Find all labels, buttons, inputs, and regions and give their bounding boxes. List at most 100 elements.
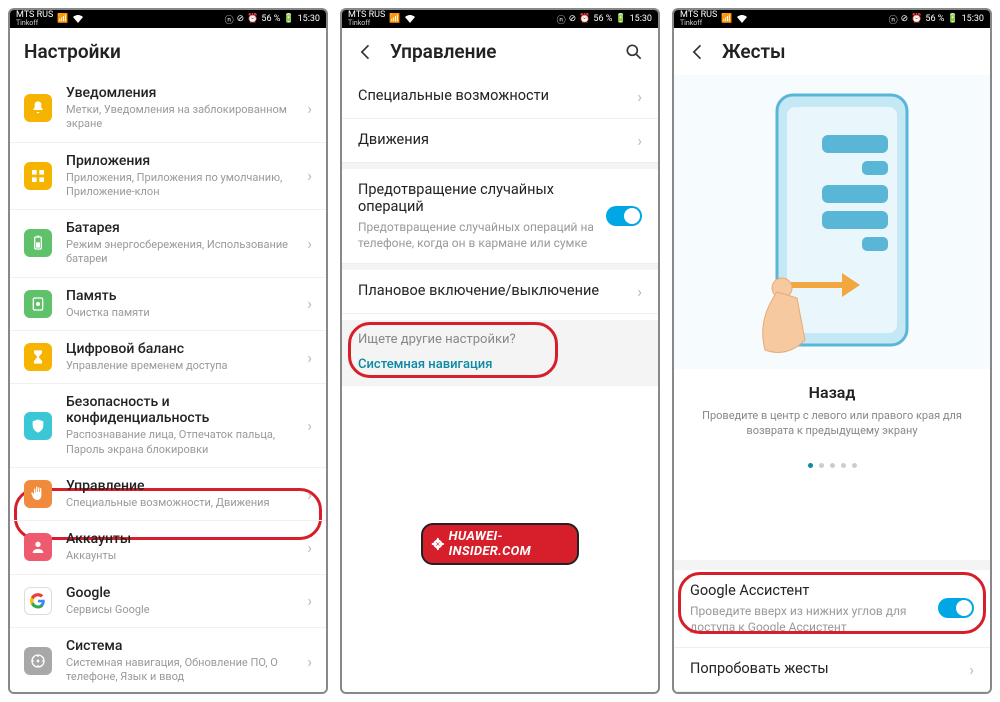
memory-icon — [24, 290, 52, 318]
chevron-right-icon: › — [637, 282, 642, 301]
signal-icon: 📶 — [57, 14, 68, 24]
nfc-icon: ⓝ — [889, 13, 898, 26]
item-title: Google — [66, 585, 299, 601]
item-subtitle: Метки, Уведомления на заблокированном эк… — [66, 103, 299, 132]
label: Движения — [358, 131, 627, 148]
hand-icon — [24, 480, 52, 508]
chevron-right-icon: › — [307, 652, 312, 671]
item-scheduled-power[interactable]: Плановое включение/выключение › — [342, 270, 658, 314]
gesture-description: Проведите в центр с левого или правого к… — [674, 402, 990, 439]
label: Плановое включение/выключение — [358, 282, 627, 299]
watermark-text: HUAWEI-INSIDER.COM — [449, 529, 565, 559]
system-navigation-link[interactable]: Системная навигация — [358, 357, 642, 372]
clock: 15:30 — [298, 14, 320, 24]
sublabel: Проведите вверх из нижних углов для дост… — [690, 603, 928, 635]
battery-icon: 🔋 — [615, 14, 626, 24]
battery-icon — [24, 229, 52, 257]
chevron-right-icon: › — [969, 660, 974, 679]
item-subtitle: Системная навигация, Обновление ПО, О те… — [66, 656, 299, 685]
item-google-assistant[interactable]: Google Ассистент Проведите вверх из нижн… — [674, 570, 990, 648]
status-bar: MTS RUS Tinkoff 📶 ⓝ ⊘ ⏰ 56 % 🔋 15:30 — [674, 10, 990, 28]
other-settings-box: Ищете другие настройки? Системная навига… — [342, 320, 658, 386]
wifi-icon — [405, 15, 415, 23]
header: Управление — [342, 28, 658, 75]
chevron-right-icon: › — [307, 294, 312, 313]
item-title: Память — [66, 288, 299, 304]
item-subtitle: Приложения, Приложения по умолчанию, При… — [66, 171, 299, 200]
settings-list[interactable]: Уведомления Метки, Уведомления на заблоки… — [10, 75, 326, 692]
item-subtitle: Специальные возможности, Движения — [66, 496, 299, 510]
google-icon — [24, 587, 52, 615]
clock: 15:30 — [962, 14, 984, 24]
gestures-body: Назад Проведите в центр с левого или пра… — [674, 75, 990, 692]
toggle-on[interactable] — [938, 598, 974, 618]
huawei-icon — [431, 536, 445, 552]
item-accessibility[interactable]: Специальные возможности › — [342, 75, 658, 119]
nfc-icon: ⓝ — [557, 13, 566, 26]
item-prevent-accidental[interactable]: Предотвращение случайных операций Предот… — [342, 169, 658, 264]
gesture-illustration — [674, 75, 990, 369]
gesture-name: Назад — [674, 383, 990, 402]
settings-item-memory[interactable]: Память Очистка памяти › — [10, 278, 326, 331]
back-button[interactable] — [688, 42, 708, 62]
hourglass-icon — [24, 343, 52, 371]
item-title: Приложения — [66, 153, 299, 169]
alarm-icon: ⏰ — [579, 14, 590, 24]
status-bar: MTS RUS Tinkoff 📶 ⓝ ⊘ ⏰ 56 % 🔋 15:30 — [10, 10, 326, 28]
settings-item-google[interactable]: GoogleСервисы Google› — [10, 575, 326, 628]
phone-management: MTS RUS Tinkoff 📶 ⓝ ⊘ ⏰ 56 % 🔋 15:30 Упр… — [340, 8, 660, 694]
chevron-right-icon: › — [637, 131, 642, 150]
chevron-right-icon: › — [307, 234, 312, 253]
carrier-sub: Tinkoff — [680, 20, 717, 27]
settings-item-hourglass[interactable]: Цифровой балансУправление временем досту… — [10, 331, 326, 384]
grid-icon — [24, 162, 52, 190]
battery-pct: 56 % — [593, 14, 612, 24]
settings-item-grid[interactable]: Приложения Приложения, Приложения по умол… — [10, 143, 326, 211]
settings-item-system[interactable]: СистемаСистемная навигация, Обновление П… — [10, 628, 326, 692]
label: Попробовать жесты — [690, 660, 959, 677]
settings-item-shield[interactable]: Безопасность и конфиденциальностьРаспозн… — [10, 384, 326, 468]
dnd-icon: ⊘ — [901, 14, 909, 24]
item-motion[interactable]: Движения › — [342, 119, 658, 163]
settings-item-battery[interactable]: БатареяРежим энергосбережения, Использов… — [10, 210, 326, 278]
item-subtitle: Аккаунты — [66, 549, 299, 563]
page-indicator — [674, 453, 990, 472]
item-title: Управление — [66, 478, 299, 494]
nfc-icon: ⓝ — [225, 13, 234, 26]
chevron-right-icon: › — [307, 591, 312, 610]
item-title: Батарея — [66, 220, 299, 236]
toggle-on[interactable] — [606, 206, 642, 226]
watermark-badge: HUAWEI-INSIDER.COM — [421, 523, 579, 565]
sublabel: Предотвращение случайных операций на тел… — [358, 219, 596, 251]
bell-icon — [24, 94, 52, 122]
header: Жесты — [674, 28, 990, 75]
item-try-gestures[interactable]: Попробовать жесты › — [674, 648, 990, 692]
management-list: Специальные возможности › Движения › Пре… — [342, 75, 658, 692]
search-button[interactable] — [624, 42, 644, 62]
settings-item-user[interactable]: АккаунтыАккаунты› — [10, 521, 326, 574]
system-icon — [24, 647, 52, 675]
signal-icon: 📶 — [721, 14, 732, 24]
item-title: Безопасность и конфиденциальность — [66, 394, 299, 426]
battery-icon: 🔋 — [283, 14, 294, 24]
page-title: Настройки — [24, 40, 121, 63]
settings-item-bell[interactable]: Уведомления Метки, Уведомления на заблоки… — [10, 75, 326, 143]
settings-item-hand[interactable]: Управление Специальные возможности, Движе… — [10, 468, 326, 521]
carrier-sub: Tinkoff — [16, 20, 53, 27]
header: Настройки — [10, 28, 326, 75]
dnd-icon: ⊘ — [569, 14, 577, 24]
item-title: Аккаунты — [66, 531, 299, 547]
battery-pct: 56 % — [261, 14, 280, 24]
item-subtitle: Распознавание лица, Отпечаток пальца, Па… — [66, 428, 299, 457]
page-title: Управление — [390, 40, 496, 63]
label: Google Ассистент — [690, 582, 928, 599]
user-icon — [24, 533, 52, 561]
item-subtitle: Очистка памяти — [66, 306, 299, 320]
wifi-icon — [73, 15, 83, 23]
back-button[interactable] — [356, 42, 376, 62]
signal-icon: 📶 — [389, 14, 400, 24]
other-settings-label: Ищете другие настройки? — [358, 332, 642, 347]
battery-pct: 56 % — [925, 14, 944, 24]
item-title: Уведомления — [66, 85, 299, 101]
chevron-right-icon: › — [307, 99, 312, 118]
